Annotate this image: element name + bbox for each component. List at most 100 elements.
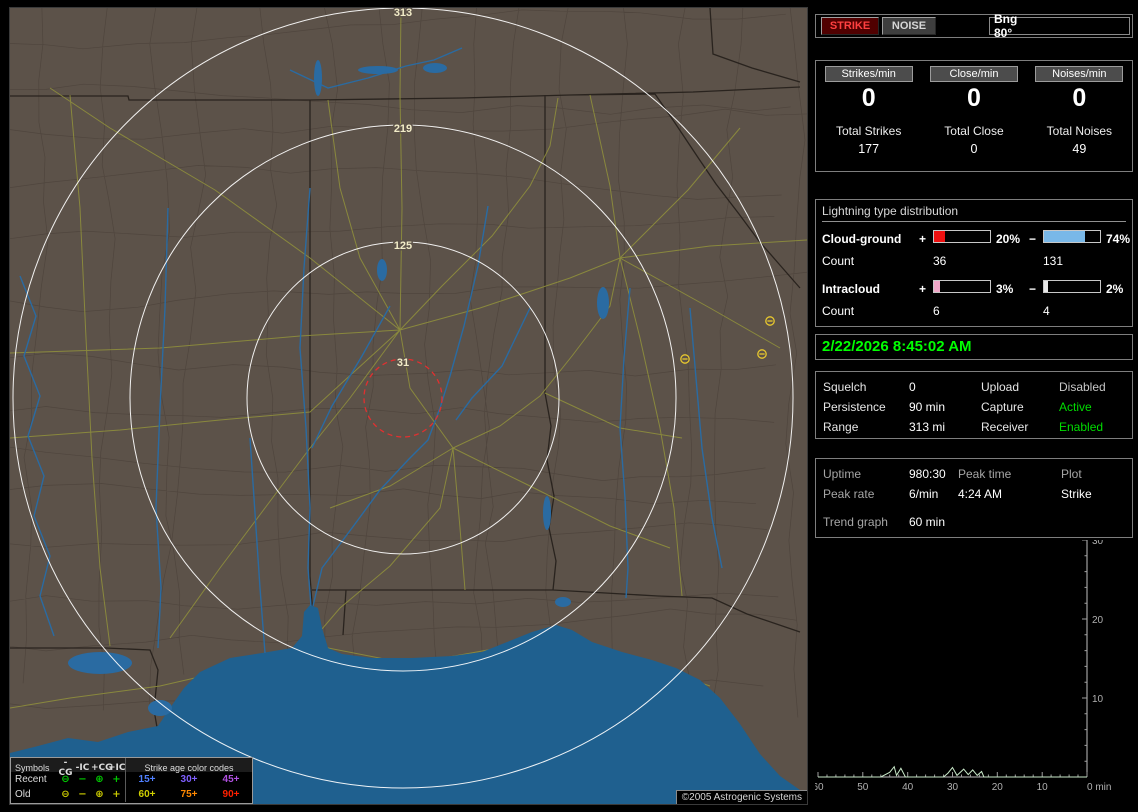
ring-label-125: 125 xyxy=(394,240,412,252)
age-60: 60+ xyxy=(138,789,156,800)
range-label: Range xyxy=(823,420,859,434)
y-tick-20: 20 xyxy=(1092,615,1104,626)
ring-label-31: 31 xyxy=(397,357,409,369)
capture-status: Active xyxy=(1059,400,1092,414)
legend-col-pos-ic: +IC xyxy=(108,763,126,773)
bearing-display: Bng 80° 220mi xyxy=(989,12,1130,40)
plus-sign: + xyxy=(919,232,927,246)
intracloud-row: Intracloud + 3% − 2% xyxy=(822,280,1126,298)
map-legend: Symbols -CG -IC +CG +IC Strike age color… xyxy=(10,757,253,804)
peak-rate-value: 6/min xyxy=(909,487,939,501)
x-tick-10: 10 xyxy=(1037,782,1049,793)
intracloud-count-row: Count 6 4 xyxy=(822,302,1126,320)
settings-panel: Squelch 0 Upload Disabled Persistence 90… xyxy=(815,371,1133,439)
legend-col-pos-cg: +CG xyxy=(91,763,113,773)
age-45: 45+ xyxy=(222,774,240,785)
legend-old-row: Old ⊖ − ⊕ + 60+ 75+ 90+ xyxy=(11,787,252,802)
noises-per-min-chip[interactable]: Noises/min xyxy=(1035,66,1124,82)
ic-positive-bar xyxy=(933,280,991,293)
trend-axis-ticks xyxy=(817,540,1088,778)
total-close-value: 0 xyxy=(970,142,978,156)
plus-sign: + xyxy=(919,282,927,296)
datetime: 2/22/2026 8:45:02 AM xyxy=(822,338,972,355)
cloud-ground-row: Cloud-ground + 20% − 74% xyxy=(822,230,1130,248)
lightning-map[interactable]: 313 219 125 31 Symbols -CG -IC +CG +IC S… xyxy=(9,7,808,805)
upload-status: Disabled xyxy=(1059,380,1106,394)
rates-panel: Strikes/min 0 Total Strikes 177 Close/mi… xyxy=(815,60,1133,172)
map-canvas: 313 219 125 31 xyxy=(10,8,807,804)
legend-symbols-header: Symbols xyxy=(15,763,50,773)
legend-col-neg-ic: -IC xyxy=(75,763,90,773)
strikes-per-min-value: 0 xyxy=(861,84,876,112)
cg-negative-bar xyxy=(1043,230,1101,243)
cg-positive-bar xyxy=(933,230,991,243)
x-tick-30: 30 xyxy=(947,782,959,793)
cg-negative-count: 131 xyxy=(1043,254,1064,268)
ring-label-219: 219 xyxy=(394,123,412,135)
total-strikes-value: 177 xyxy=(858,142,880,156)
noises-per-min-value: 0 xyxy=(1072,84,1087,112)
strike-button[interactable]: STRIKE xyxy=(821,17,879,35)
persistence-value: 90 min xyxy=(909,400,946,414)
total-close-label: Total Close xyxy=(944,124,1004,138)
legend-header-row: Symbols -CG -IC +CG +IC Strike age color… xyxy=(11,758,252,778)
neg-ic-recent-icon: − xyxy=(78,774,87,785)
trend-window-value: 60 min xyxy=(909,515,946,529)
total-noises-label: Total Noises xyxy=(1046,124,1113,138)
toolbar: STRIKE NOISE Bng 80° 220mi xyxy=(815,12,1133,40)
range-value: 313 mi xyxy=(909,420,946,434)
upload-label: Upload xyxy=(981,380,1020,394)
cg-positive-pct: 20% xyxy=(996,232,1021,246)
uptime-value: 980:30 xyxy=(909,467,946,481)
capture-label: Capture xyxy=(981,400,1024,414)
bearing-value: Bng 80° xyxy=(994,12,1018,40)
ic-positive-count: 6 xyxy=(933,304,940,318)
trend-graph: 30 20 10 60 50 40 30 20 10 0 min xyxy=(815,540,1111,793)
close-per-min-chip[interactable]: Close/min xyxy=(929,66,1018,82)
close-column: Close/min 0 Total Close 0 xyxy=(921,66,1026,156)
x-tick-20: 20 xyxy=(992,782,1004,793)
pos-cg-old-icon: ⊕ xyxy=(95,789,104,800)
neg-cg-recent-icon: ⊖ xyxy=(61,774,70,785)
strikes-per-min-chip[interactable]: Strikes/min xyxy=(824,66,913,82)
distribution-title: Lightning type distribution xyxy=(822,204,1126,222)
trend-row: Trend graph 60 min xyxy=(823,512,1132,532)
x-tick-50: 50 xyxy=(857,782,869,793)
count-label: Count xyxy=(822,304,855,318)
distribution-panel: Lightning type distribution Cloud-ground… xyxy=(815,199,1133,327)
age-75: 75+ xyxy=(180,789,198,800)
app-window: 313 219 125 31 Symbols -CG -IC +CG +IC S… xyxy=(0,0,1138,812)
copyright: ©2005 Astrogenic Systems xyxy=(675,790,807,804)
ring-label-313: 313 xyxy=(394,8,412,19)
minus-sign: − xyxy=(1029,232,1037,246)
persistence-label: Persistence xyxy=(823,400,886,414)
peak-rate-label: Peak rate xyxy=(823,487,875,501)
peak-time-label: Peak time xyxy=(958,467,1012,481)
x-tick-0-min: 0 min xyxy=(1087,782,1111,793)
neg-cg-old-icon: ⊖ xyxy=(61,789,70,800)
y-tick-30: 30 xyxy=(1092,540,1104,547)
squelch-label: Squelch xyxy=(823,380,867,394)
age-30: 30+ xyxy=(180,774,198,785)
pos-ic-old-icon: + xyxy=(112,789,121,800)
status-panel: Uptime 980:30 Peak time Plot Peak rate 6… xyxy=(815,458,1133,538)
ic-positive-pct: 3% xyxy=(996,282,1014,296)
plot-label: Plot xyxy=(1061,467,1082,481)
noises-column: Noises/min 0 Total Noises 49 xyxy=(1027,66,1132,156)
clock-panel: 2/22/2026 8:45:02 AM xyxy=(815,334,1133,360)
cg-positive-count: 36 xyxy=(933,254,947,268)
settings-row: Range 313 mi Receiver Enabled xyxy=(823,417,1132,437)
legend-recent-row: Recent ⊖ − ⊕ + 15+ 30+ 45+ xyxy=(11,772,252,787)
settings-row: Squelch 0 Upload Disabled xyxy=(823,377,1132,397)
pos-ic-recent-icon: + xyxy=(112,774,121,785)
receiver-status: Enabled xyxy=(1059,420,1104,434)
uptime-label: Uptime xyxy=(823,467,862,481)
strikes-column: Strikes/min 0 Total Strikes 177 xyxy=(816,66,921,156)
cloud-ground-count-row: Count 36 131 xyxy=(822,252,1126,270)
noise-button[interactable]: NOISE xyxy=(882,17,936,35)
total-strikes-label: Total Strikes xyxy=(835,124,902,138)
plot-mode-value: Strike xyxy=(1061,487,1092,501)
y-tick-10: 10 xyxy=(1092,694,1104,705)
cloud-ground-label: Cloud-ground xyxy=(822,232,902,246)
status-row: Peak rate 6/min 4:24 AM Strike xyxy=(823,484,1132,504)
